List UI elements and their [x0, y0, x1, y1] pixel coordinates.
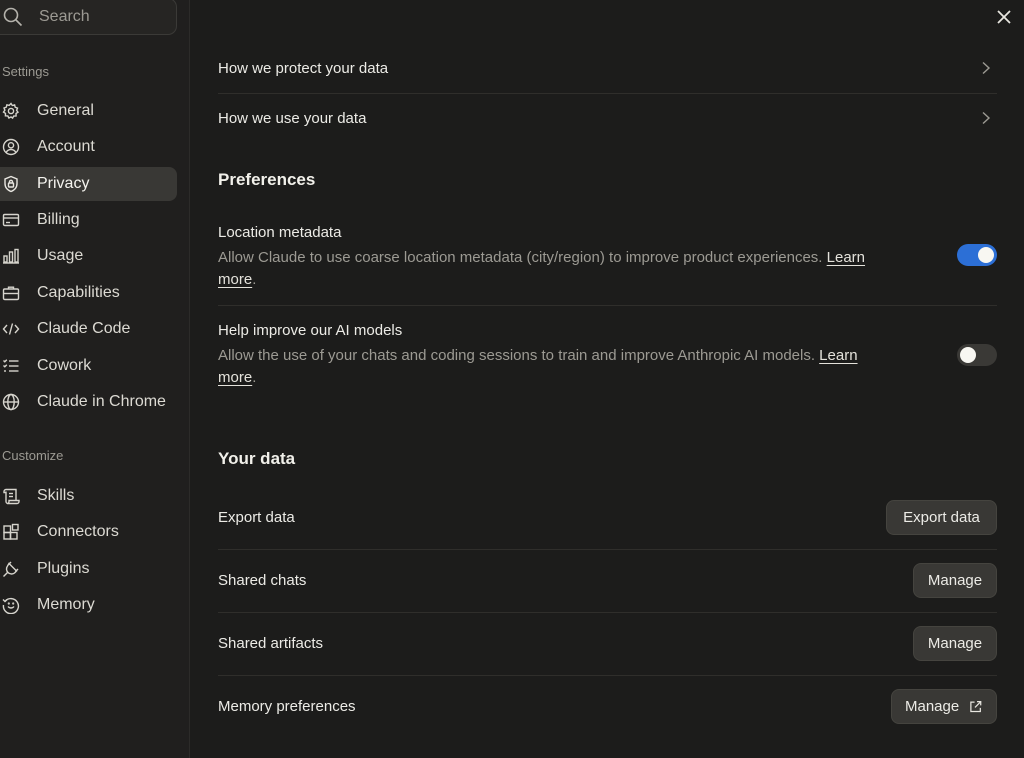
sidebar-item-privacy[interactable]: Privacy — [0, 167, 177, 201]
chevron-right-icon — [982, 61, 991, 75]
sidebar-item-label: General — [37, 102, 94, 119]
button-label: Manage — [905, 698, 960, 715]
divider — [218, 675, 997, 676]
checklist-icon — [2, 357, 20, 375]
search-input[interactable]: Search — [0, 0, 177, 35]
bar-chart-icon — [2, 247, 20, 265]
sidebar-item-memory[interactable]: Memory — [0, 588, 177, 622]
memory-icon — [2, 596, 20, 614]
divider — [218, 305, 997, 306]
sidebar-item-label: Claude Code — [37, 320, 131, 337]
sidebar: Search Settings General Account Privacy … — [0, 0, 190, 758]
settings-section-label: Settings — [2, 64, 49, 79]
preferences-heading: Preferences — [218, 170, 316, 189]
search-icon — [3, 7, 23, 26]
help-improve-models-title: Help improve our AI models — [218, 322, 403, 339]
external-link-icon — [970, 700, 982, 712]
memory-preferences-manage-button[interactable]: Manage — [891, 689, 997, 724]
sidebar-item-label: Usage — [37, 247, 84, 264]
sidebar-item-label: Cowork — [37, 357, 92, 374]
toggle-knob — [978, 247, 994, 263]
sidebar-item-label: Claude in Chrome — [37, 393, 166, 410]
chevron-right-icon — [982, 111, 991, 125]
memory-preferences-label: Memory preferences — [218, 698, 356, 715]
period: . — [252, 271, 257, 288]
shared-artifacts-label: Shared artifacts — [218, 635, 324, 652]
link-label: How we use your data — [218, 109, 367, 127]
sidebar-item-label: Memory — [37, 596, 95, 613]
toggle-knob — [960, 347, 976, 363]
plug-icon — [2, 560, 20, 578]
sidebar-item-cowork[interactable]: Cowork — [0, 349, 177, 383]
export-data-button[interactable]: Export data — [886, 500, 997, 535]
sidebar-item-claude-in-chrome[interactable]: Claude in Chrome — [0, 385, 177, 419]
link-how-we-protect-data[interactable]: How we protect your data — [218, 43, 997, 93]
sidebar-item-general[interactable]: General — [0, 94, 177, 128]
divider — [218, 612, 997, 613]
help-improve-models-description: Allow the use of your chats and coding s… — [218, 345, 938, 389]
shared-chats-manage-button[interactable]: Manage — [913, 563, 997, 598]
sidebar-item-billing[interactable]: Billing — [0, 203, 177, 237]
location-metadata-title: Location metadata — [218, 224, 342, 241]
close-icon[interactable] — [996, 9, 1012, 25]
learn-more-link[interactable]: more — [218, 369, 252, 386]
location-metadata-description: Allow Claude to use coarse location meta… — [218, 247, 938, 291]
search-placeholder: Search — [39, 7, 90, 25]
scroll-icon — [2, 487, 20, 505]
code-icon — [2, 320, 20, 338]
sidebar-item-plugins[interactable]: Plugins — [0, 552, 177, 586]
link-how-we-use-data[interactable]: How we use your data — [218, 93, 997, 143]
help-improve-models-toggle[interactable] — [957, 344, 997, 366]
sidebar-item-label: Capabilities — [37, 284, 120, 301]
sidebar-item-capabilities[interactable]: Capabilities — [0, 276, 177, 310]
shared-artifacts-manage-button[interactable]: Manage — [913, 626, 997, 661]
description-text: Allow Claude to use coarse location meta… — [218, 249, 823, 266]
globe-icon — [2, 393, 20, 411]
sidebar-item-account[interactable]: Account — [0, 130, 177, 164]
divider — [218, 549, 997, 550]
blocks-icon — [2, 523, 20, 541]
shared-chats-label: Shared chats — [218, 572, 307, 589]
sidebar-item-skills[interactable]: Skills — [0, 479, 177, 513]
learn-more-link[interactable]: Learn — [819, 347, 857, 364]
sidebar-item-label: Plugins — [37, 560, 90, 577]
sidebar-item-label: Skills — [37, 487, 75, 504]
export-data-label: Export data — [218, 509, 295, 526]
sidebar-item-label: Privacy — [37, 175, 90, 192]
sidebar-item-label: Billing — [37, 211, 80, 228]
your-data-heading: Your data — [218, 449, 296, 468]
credit-card-icon — [2, 211, 20, 229]
customize-section-label: Customize — [2, 448, 64, 463]
link-label: How we protect your data — [218, 59, 389, 77]
user-circle-icon — [2, 138, 20, 156]
learn-more-link[interactable]: more — [218, 271, 252, 288]
shield-lock-icon — [2, 175, 20, 193]
sidebar-item-usage[interactable]: Usage — [0, 239, 177, 273]
description-text: Allow the use of your chats and coding s… — [218, 347, 815, 364]
sidebar-item-label: Connectors — [37, 523, 119, 540]
location-metadata-toggle[interactable] — [957, 244, 997, 266]
learn-more-link[interactable]: Learn — [827, 249, 865, 266]
briefcase-icon — [2, 284, 20, 302]
sidebar-item-label: Account — [37, 138, 95, 155]
period: . — [252, 369, 257, 386]
sidebar-item-claude-code[interactable]: Claude Code — [0, 312, 177, 346]
gear-icon — [2, 102, 20, 120]
sidebar-item-connectors[interactable]: Connectors — [0, 515, 177, 549]
